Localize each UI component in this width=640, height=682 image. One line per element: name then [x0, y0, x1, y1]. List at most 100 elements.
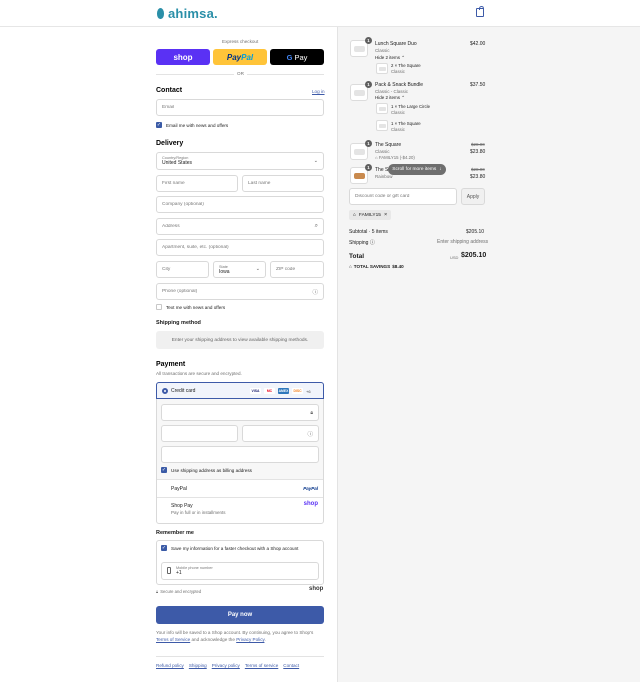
terms-of-service-link[interactable]: Terms of Service	[156, 637, 190, 642]
zip-input[interactable]	[276, 267, 318, 272]
item-discount: ⌂ FAMILY15 (-$4.20)	[375, 155, 415, 160]
first-name-field[interactable]	[156, 175, 238, 192]
bundle-item-thumbnail	[376, 103, 388, 114]
discount-code-field[interactable]	[349, 188, 457, 205]
paypal-button[interactable]: Pay Pal	[213, 49, 267, 65]
hide-items-toggle[interactable]: Hide 2 items ⌃	[375, 95, 405, 101]
or-label: OR	[234, 71, 247, 76]
help-icon[interactable]: ⓘ	[312, 288, 318, 296]
quantity-badge: 1	[365, 81, 372, 88]
amex-icon: AMEX	[278, 388, 289, 394]
legal-end: .	[264, 637, 266, 642]
chevron-up-icon: ⌃	[401, 95, 406, 100]
savings-label: TOTAL SAVINGS	[353, 264, 391, 269]
terms-of-service-link[interactable]: Terms of service	[245, 663, 278, 668]
zip-field[interactable]	[270, 261, 324, 278]
footer-links: Refund policy Shipping Privacy policy Te…	[156, 663, 299, 668]
discount-code-input[interactable]	[355, 194, 451, 199]
apartment-field[interactable]	[156, 239, 324, 256]
savings-value: $8.40	[392, 264, 404, 269]
email-news-checkbox[interactable]: ✓	[156, 122, 162, 128]
credit-card-option[interactable]: Credit card VISA MC AMEX DISC +6	[156, 382, 324, 399]
google-pay-label: Pay	[294, 52, 308, 62]
pay-now-button[interactable]: Pay now	[156, 606, 324, 624]
close-icon[interactable]: ×	[384, 212, 387, 218]
mobile-phone-field[interactable]: Mobile phone number +1	[161, 562, 319, 580]
city-field[interactable]	[156, 261, 209, 278]
item-name: Pack & Snack Bundle	[375, 82, 424, 88]
payment-subtitle: All transactions are secure and encrypte…	[156, 371, 242, 376]
paypal-label: PayPal	[171, 486, 187, 492]
discover-icon: DISC	[292, 388, 303, 394]
express-checkout-label: Express checkout	[222, 39, 259, 44]
scroll-more-tooltip[interactable]: Scroll for more items ↓	[388, 164, 446, 175]
help-icon[interactable]: ⓘ	[307, 430, 313, 438]
address-input[interactable]	[162, 224, 315, 229]
email-input[interactable]	[162, 105, 318, 110]
total-value: $205.10	[461, 252, 487, 259]
item-variant: Rainbow	[375, 174, 393, 179]
save-info-checkbox[interactable]: ✓	[161, 545, 167, 551]
privacy-policy-link[interactable]: Privacy Policy	[236, 637, 264, 642]
save-info-label: Save my information for a faster checkou…	[171, 546, 299, 551]
chevron-up-icon: ⌃	[401, 55, 406, 60]
discount-tag: ⌂ FAMILY15 ×	[349, 210, 392, 220]
item-name: The Square	[375, 142, 402, 148]
shop-logo: shop	[309, 586, 324, 592]
shop-pay-option[interactable]: Shop Pay Pay in full or in installments …	[157, 498, 323, 523]
apply-button[interactable]: Apply	[461, 188, 485, 205]
item-variant: Classic - Classic	[375, 89, 409, 94]
apartment-input[interactable]	[162, 245, 318, 250]
text-news-checkbox[interactable]	[156, 304, 162, 310]
last-name-field[interactable]	[242, 175, 324, 192]
email-field[interactable]	[156, 99, 324, 116]
paypal-option[interactable]: PayPal PayPal	[157, 480, 323, 497]
phone-icon	[167, 567, 171, 574]
contact-link[interactable]: Contact	[283, 663, 299, 668]
shipping-link[interactable]: Shipping	[189, 663, 207, 668]
google-g-icon: G	[286, 52, 293, 62]
mobile-value: +1	[176, 570, 182, 576]
company-input[interactable]	[162, 202, 318, 207]
item-price: $23.80	[470, 149, 486, 155]
help-icon[interactable]: ⓘ	[370, 240, 375, 246]
phone-field[interactable]: ⓘ	[156, 283, 324, 300]
google-pay-button[interactable]: G Pay	[270, 49, 324, 65]
login-link[interactable]: Log in	[312, 89, 325, 94]
refund-policy-link[interactable]: Refund policy	[156, 663, 184, 668]
paypal-pay-text: Pay	[226, 52, 242, 62]
city-input[interactable]	[162, 267, 203, 272]
currency-label: USD	[450, 255, 459, 260]
security-code-field[interactable]: ⓘ	[242, 425, 319, 442]
tag-icon: ⌂	[375, 155, 378, 160]
bundle-item-variant: Classic	[391, 110, 405, 115]
toggle-label: Hide 2 items	[375, 55, 401, 60]
country-select[interactable]: Country/Region United States ⌄	[156, 152, 324, 170]
secure-note: 🔒︎ Secure and encrypted	[156, 589, 201, 594]
brand-logo[interactable]: ahimsa.	[156, 6, 218, 21]
item-original-price: $28.00	[471, 142, 485, 147]
billing-address-checkbox[interactable]: ✓	[161, 467, 167, 473]
first-name-input[interactable]	[162, 181, 232, 186]
shop-pay-label: shop	[173, 52, 193, 62]
item-variant: Classic	[375, 149, 390, 154]
company-field[interactable]	[156, 196, 324, 213]
phone-input[interactable]	[162, 289, 313, 294]
expiry-field[interactable]	[161, 425, 238, 442]
shop-pay-button[interactable]: shop	[156, 49, 210, 65]
country-value: United States	[162, 160, 193, 166]
item-price: $23.80	[470, 174, 486, 180]
shop-pay-label: Shop Pay	[171, 503, 193, 509]
credit-card-radio[interactable]	[162, 388, 168, 394]
state-select[interactable]: State Iowa ⌄	[213, 261, 266, 278]
legal-and: and acknowledge the	[191, 637, 235, 642]
shopping-bag-icon[interactable]	[476, 6, 484, 17]
card-number-field[interactable]: 🔒︎	[161, 404, 319, 421]
privacy-policy-link[interactable]: Privacy policy	[212, 663, 240, 668]
shop-logo: shop	[303, 501, 318, 507]
last-name-input[interactable]	[248, 181, 318, 186]
name-on-card-field[interactable]	[161, 446, 319, 463]
shipping-summary-label: Shipping ⓘ	[349, 239, 375, 246]
address-field[interactable]: ⌕	[156, 218, 324, 235]
hide-items-toggle[interactable]: Hide 2 items ⌃	[375, 55, 405, 61]
